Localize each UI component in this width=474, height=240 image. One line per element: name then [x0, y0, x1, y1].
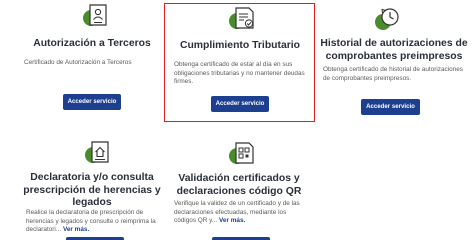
service-card-validacion-qr: Validación certificados y declaraciones …: [168, 173, 310, 198]
qr-document-icon: [229, 142, 259, 164]
acceder-servicio-button[interactable]: Acceder servicio: [361, 99, 420, 115]
ver-mas-link[interactable]: Ver más.: [219, 217, 245, 224]
service-card-declaratoria-herencias: Declaratoria y/o consulta prescripción d…: [16, 172, 168, 210]
acceder-servicio-button[interactable]: Acceder servicio: [211, 96, 269, 112]
service-card-autorizacion-terceros: Autorización a Terceros: [22, 38, 162, 51]
card-title: Validación certificados y declaraciones …: [176, 173, 302, 197]
card-description: Verifique la validez de un certificado y…: [174, 200, 306, 226]
service-card-historial-autorizaciones: Historial de autorizaciones de comproban…: [318, 38, 470, 63]
card-description: Certificado de Autorización a Terceros: [24, 59, 132, 66]
card-description: Realice la declaratoria de prescripción …: [26, 209, 160, 235]
service-card-cumplimiento-tributario: Cumplimiento Tributario: [170, 40, 310, 53]
card-title: Declaratoria y/o consulta prescripción d…: [23, 172, 161, 208]
document-check-icon: [229, 7, 259, 29]
ver-mas-link[interactable]: Ver más.: [63, 226, 89, 233]
house-document-icon: [85, 141, 115, 163]
card-description: Obtenga certificado de historial de auto…: [323, 66, 463, 82]
card-title: Historial de autorizaciones de comproban…: [320, 38, 468, 62]
card-description: Obtenga certificado de estar al día en s…: [174, 61, 305, 86]
card-title: Cumplimiento Tributario: [179, 40, 301, 51]
history-clock-icon: [375, 8, 405, 30]
card-description-text: Realice la declaratoria de prescripción …: [26, 209, 156, 234]
person-certificate-icon: [83, 4, 113, 26]
acceder-servicio-button[interactable]: Acceder servicio: [63, 94, 121, 110]
card-title: Autorización a Terceros: [33, 38, 151, 49]
